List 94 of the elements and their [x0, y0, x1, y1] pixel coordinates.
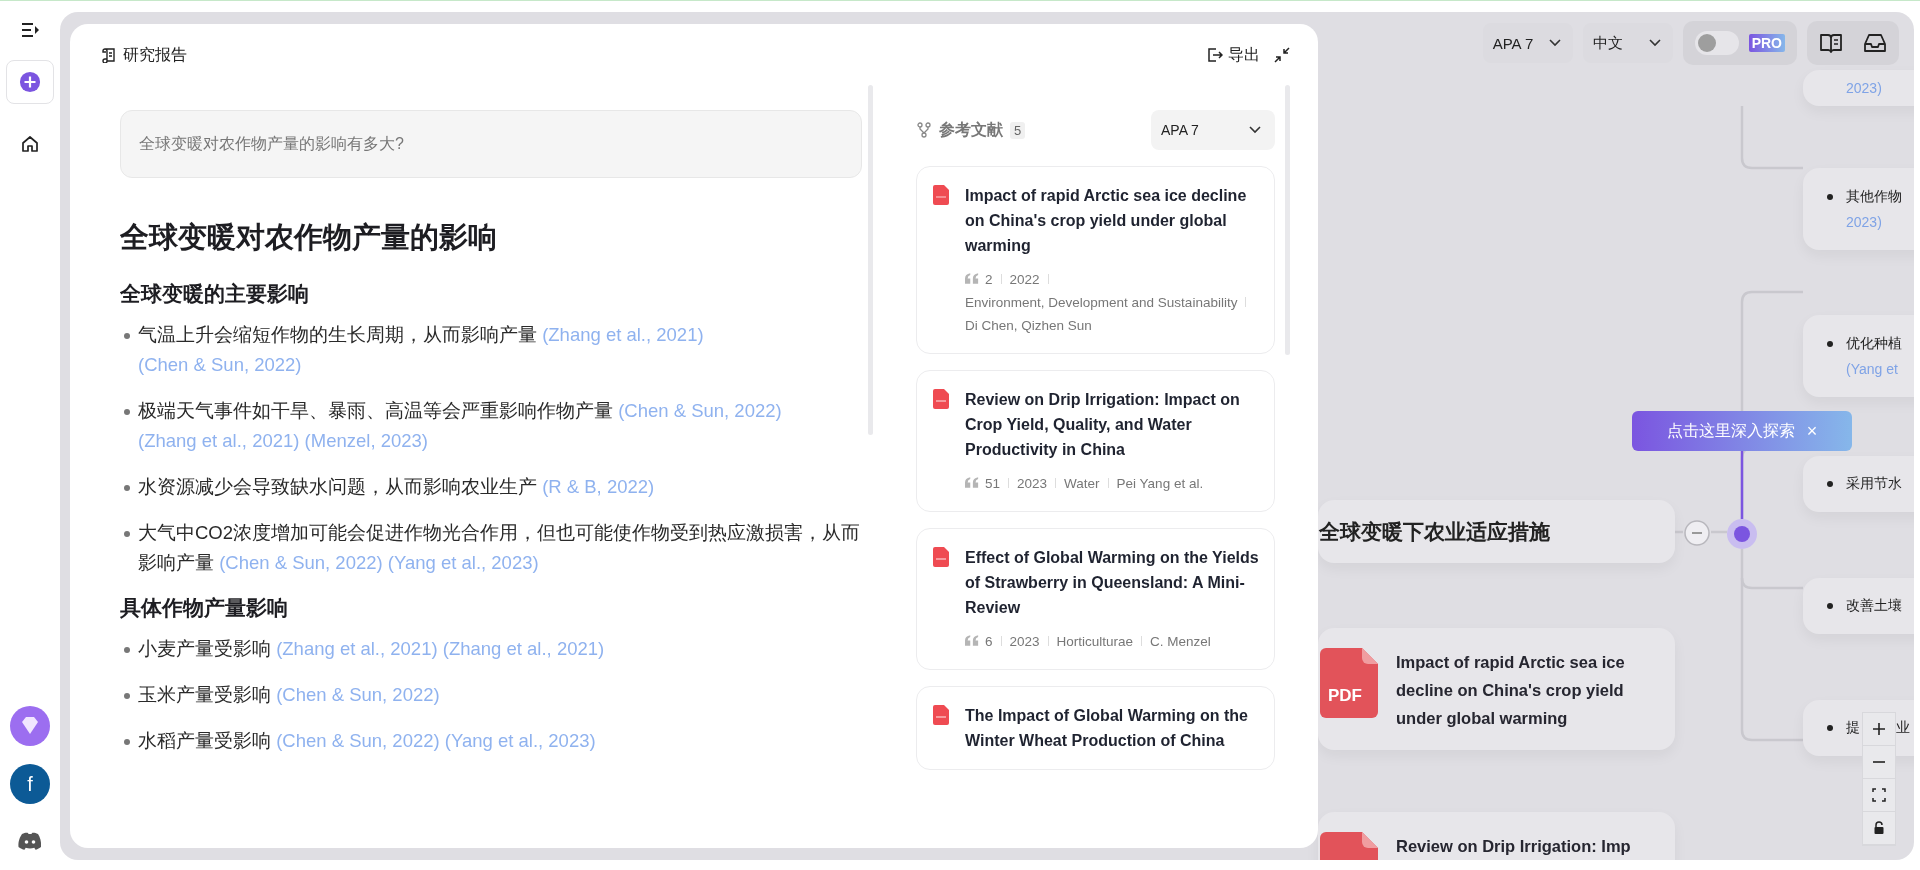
- node-text: 提: [1846, 719, 1860, 737]
- node-text: 改善土壤: [1846, 597, 1902, 615]
- new-button[interactable]: [6, 60, 54, 104]
- book-icon[interactable]: [1819, 32, 1843, 54]
- mindmap-node[interactable]: 改善土壤: [1803, 578, 1914, 634]
- quote-icon: [965, 635, 979, 646]
- citation-style-dropdown[interactable]: APA 7: [1151, 110, 1275, 150]
- citation-count: 6: [985, 634, 993, 649]
- bullet-text: 小麦产量受影响 (Zhang et al., 2021) (Zhang et al., 2021): [138, 637, 606, 661]
- bullet-text: 极端天气事件如干旱、暴雨、高温等会严重影响作物产量 (Chen & Sun, 2022) (Zhang et al., 2021) (Menzel, 2023): [138, 399, 783, 453]
- node-text: 其他作物: [1846, 188, 1902, 206]
- node-text: 采用节水: [1846, 475, 1902, 493]
- question-text: 全球变暖对农作物产量的影响有多大?: [139, 133, 404, 154]
- mindmap-node[interactable]: PDF Impact of rapid Arctic sea ice decline on China's crop yield under global warming: [1318, 628, 1675, 750]
- paper-title: Review on Drip Irrigation: Imp: [1396, 836, 1631, 857]
- paper-year: 2023: [1017, 476, 1048, 491]
- mindmap-node[interactable]: Review on Drip Irrigation: Imp: [1318, 812, 1675, 860]
- connector-line: [1740, 451, 1744, 519]
- pdf-file-icon: [933, 705, 949, 725]
- section-heading: 全球变暖的主要影响: [120, 281, 310, 307]
- menu-icon[interactable]: [20, 20, 40, 40]
- collapse-icon[interactable]: [1274, 47, 1290, 63]
- bullet-text: 气温上升会缩短作物的生长周期，从而影响产量 (Zhang et al., 2021) (Chen & Sun, 2022): [138, 323, 705, 377]
- paper-source: Water: [1064, 476, 1100, 491]
- pdf-file-icon: [933, 185, 949, 205]
- node-text: 优化种植: [1846, 335, 1902, 353]
- paper-authors: Pei Yang et al.: [1116, 476, 1204, 491]
- paper-source: Horticulturae: [1056, 634, 1134, 649]
- panel-title: 研究报告: [123, 44, 187, 65]
- pdf-file-icon: PDF: [1320, 648, 1378, 718]
- node-citation: 2023): [1845, 80, 1883, 96]
- report-heading: 全球变暖对农作物产量的影响: [120, 220, 498, 255]
- plus-icon: [1872, 722, 1886, 736]
- reference-card[interactable]: Review on Drip Irrigation: Impact on Crop Yield, Quality, and Water Productivity in China 51 2023 Water Pei Yang et al.: [916, 370, 1275, 512]
- export-icon: [1207, 47, 1223, 63]
- mindmap-node[interactable]: 其他作物 2023): [1803, 168, 1914, 250]
- paper-title: Effect of Global Warming on the Yields of Strawberry in Queensland: A Mini-Review: [965, 548, 1260, 618]
- section-heading: 具体作物产量影响: [120, 595, 289, 621]
- mindmap-node[interactable]: 采用节水: [1803, 456, 1914, 512]
- references-title: 参考文献: [939, 119, 1003, 140]
- node-citation: 2023): [1845, 214, 1883, 230]
- quote-icon: [965, 477, 979, 488]
- paper-title: Impact of rapid Arctic sea ice decline on China's crop yield under global warming: [965, 186, 1248, 256]
- discord-icon[interactable]: [18, 832, 42, 850]
- caret-icon: [1648, 39, 1661, 47]
- citation-count: 51: [985, 476, 1001, 491]
- pdf-file-icon: [933, 389, 949, 409]
- bullet-icon: [124, 485, 130, 491]
- node-handle-icon[interactable]: [1727, 519, 1757, 549]
- pro-toggle[interactable]: [1694, 31, 1739, 55]
- bullet-icon: [124, 333, 130, 339]
- paper-source: Environment, Development and Sustainability: [965, 295, 1238, 310]
- topic-text: 全球变暖下农业适应措施: [1319, 518, 1550, 545]
- paper-authors: Di Chen, Qizhen Sun: [965, 318, 1092, 333]
- node-citation: (Yang et: [1845, 361, 1899, 377]
- paper-year: 2023: [1009, 634, 1040, 649]
- count-badge: 5: [1010, 121, 1026, 139]
- tooltip-text: 点击这里深入探索: [1666, 420, 1795, 441]
- quote-icon: [965, 273, 979, 284]
- reference-card[interactable]: Impact of rapid Arctic sea ice decline on China's crop yield under global warming 2 2022 Environment, Development and Sustainability Di Chen, Qizhen Sun: [916, 166, 1275, 354]
- mindmap-node[interactable]: 优化种植 (Yang et: [1803, 315, 1914, 397]
- export-button[interactable]: 导出: [1207, 44, 1260, 66]
- lock-icon: [1872, 821, 1886, 835]
- paper-year: 2022: [1009, 272, 1040, 287]
- branch-icon: [916, 122, 932, 138]
- plus-icon: [19, 71, 41, 93]
- paper-title: Review on Drip Irrigation: Impact on Crop Yield, Quality, and Water Productivity in China: [965, 390, 1241, 460]
- bullet-text: 水稻产量受影响 (Chen & Sun, 2022) (Yang et al., 2023): [138, 729, 597, 753]
- inbox-icon[interactable]: [1863, 32, 1887, 54]
- pro-badge: PRO: [1748, 34, 1785, 52]
- bullet-icon: [124, 531, 130, 537]
- bullet-text: 水资源减少会导致缺水问题，从而影响农业生产 (R & B, 2022): [138, 475, 656, 499]
- bullet-text: 玉米产量受影响 (Chen & Sun, 2022): [138, 683, 441, 707]
- citation-count: 2: [985, 272, 993, 287]
- explore-tooltip[interactable]: 点击这里深入探索 ×: [1632, 411, 1852, 451]
- pdf-file-icon: [933, 547, 949, 567]
- reference-card[interactable]: Effect of Global Warming on the Yields of Strawberry in Queensland: A Mini-Review 6 2023 Horticulturae C. Menzel: [916, 528, 1275, 670]
- mindmap-node[interactable]: 全球变暖下农业适应措施: [1318, 500, 1675, 563]
- avatar[interactable]: f: [10, 764, 50, 804]
- paper-title: The Impact of Global Warming on the Winter Wheat Production of China: [965, 706, 1249, 751]
- caret-icon: [1249, 126, 1261, 134]
- node-text: 业: [1896, 719, 1910, 737]
- caret-icon: [1548, 39, 1561, 47]
- home-icon[interactable]: [20, 134, 40, 154]
- bullet-text: 大气中CO2浓度增加可能会促进作物光合作用，但也可能使作物受到热应激损害，从而影响产量 (Chen & Sun, 2022) (Yang et al., 2023): [138, 521, 862, 575]
- paper-title: Impact of rapid Arctic sea ice decline on China's crop yield under global warming: [1396, 652, 1626, 729]
- scroll-icon: [102, 47, 118, 63]
- fullscreen-icon: [1872, 788, 1886, 802]
- bullet-icon: [124, 739, 130, 745]
- reference-card[interactable]: The Impact of Global Warming on the Winter Wheat Production of China: [916, 686, 1275, 770]
- bullet-icon: [124, 693, 130, 699]
- paper-authors: C. Menzel: [1150, 634, 1211, 649]
- bullet-icon: [124, 647, 130, 653]
- bullet-icon: [124, 409, 130, 415]
